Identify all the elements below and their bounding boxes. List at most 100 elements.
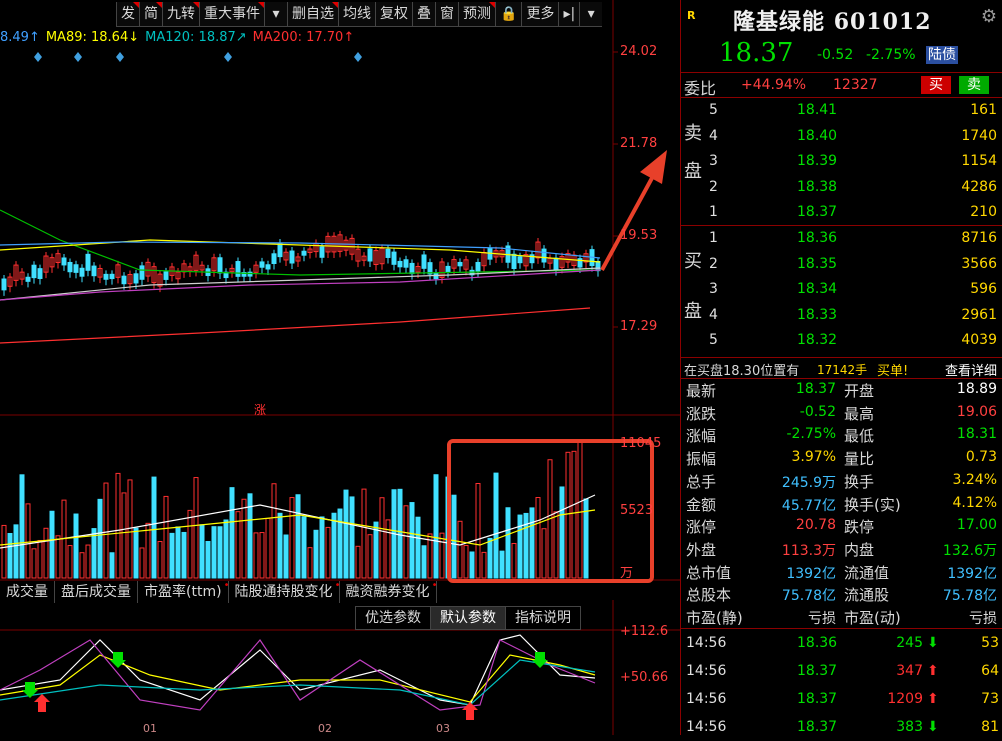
param-tab[interactable]: 默认参数 (430, 606, 506, 630)
bid-row[interactable]: 1 18.36 8716 (681, 226, 1002, 252)
ask-price: 18.40 (797, 127, 838, 144)
bid-vol: 8716 (961, 230, 997, 246)
volume-bar (169, 532, 175, 579)
indicator-tab[interactable]: 市盈率(ttm) • (138, 581, 230, 603)
volume-bar (139, 547, 145, 579)
param-tab[interactable]: 优选参数 (355, 606, 431, 630)
arrow-up-icon (34, 694, 50, 712)
indicator-line (0, 654, 596, 703)
bid-row[interactable]: 4 18.33 2961 (681, 303, 1002, 329)
big-order-tail: 买单! (877, 364, 909, 379)
ask-row[interactable]: 1 18.37 210 (681, 200, 1002, 226)
indicator-tab[interactable]: 陆股通持股变化 • (229, 581, 341, 603)
volume-bar (97, 498, 103, 579)
volume-bar (43, 527, 49, 579)
stats-v1: 3.97% (791, 449, 836, 466)
volume-bar (415, 516, 421, 579)
ask-row[interactable]: 3 18.39 1154 (681, 149, 1002, 175)
candle-body (259, 261, 265, 268)
ask-level: 3 (709, 153, 718, 169)
candle-body (265, 264, 271, 270)
volume-bar (403, 505, 409, 579)
bid-row[interactable]: 3 18.34 596 (681, 277, 1002, 303)
volume-bar (109, 552, 115, 579)
ask-vol: 161 (970, 102, 997, 118)
price-change: -0.52 (817, 47, 854, 63)
volume-bar (385, 519, 391, 579)
bid-price: 18.35 (797, 255, 838, 272)
event-marker (116, 52, 124, 62)
volume-bar (349, 496, 355, 579)
bid-row[interactable]: 5 18.32 4039 (681, 328, 1002, 354)
bid-price: 18.33 (797, 306, 838, 323)
candle-body (511, 253, 517, 269)
rise-marker: 涨 (254, 403, 267, 417)
volume-bar (319, 516, 325, 579)
volume-bar (433, 474, 439, 579)
candle-body (247, 271, 253, 277)
volume-bar (559, 486, 565, 579)
candle-body (67, 261, 73, 273)
stats-row: 振幅 3.97% 量比 0.73 (681, 446, 1002, 469)
tick-vol: 245 (896, 635, 923, 651)
candle-body (421, 254, 427, 269)
volume-bar (451, 494, 457, 579)
ask-price: 18.39 (797, 153, 838, 169)
tick-list: 14:56 18.36 245 53 ⬇ 14:56 18.37 347 64 ⬆ 14:56 18.… (681, 628, 1002, 736)
arrow-down-icon (110, 652, 126, 668)
volume-bar (421, 545, 427, 579)
price-axis-label: 24.02 (620, 44, 658, 59)
stats-v1: 245.9万 (781, 474, 836, 491)
stats-v2: 4.12% (952, 494, 997, 511)
stats-v1: 45.77亿 (781, 497, 836, 514)
bid-row[interactable]: 2 18.35 3566 (681, 252, 1002, 278)
candle-body (79, 267, 85, 277)
volume-bar (49, 510, 55, 579)
gear-icon[interactable]: ⚙ (981, 6, 997, 27)
buy-button[interactable]: 买 (921, 76, 951, 94)
order-ratio-diff: 12327 (833, 77, 878, 93)
volume-bar (463, 544, 469, 579)
param-tab[interactable]: 指标说明 (505, 606, 581, 630)
bid-vol: 3566 (961, 255, 997, 272)
volume-bar (505, 507, 511, 579)
stats-row: 总市值 1392亿 流通值 1392亿 (681, 560, 1002, 583)
indicator-tab[interactable]: 融资融券变化 • (340, 581, 438, 603)
ask-row[interactable]: 4 18.40 1740 (681, 124, 1002, 150)
sell-button[interactable]: 卖 (959, 76, 989, 94)
ask-row[interactable]: 5 18.41 161 (681, 98, 1002, 124)
indicator-tab[interactable]: 成交量 (0, 581, 55, 603)
volume-bar (85, 544, 91, 579)
volume-bar (571, 450, 577, 579)
volume-bar (511, 542, 517, 579)
volume-bar (361, 488, 367, 579)
candle-body (301, 250, 307, 256)
price-axis-label: 19.53 (620, 228, 658, 243)
tick-vol: 347 (896, 663, 923, 679)
kline-panel[interactable]: 发简九转 重大事件 ▾ 删自选 均线 复权叠窗预测 🔒 更多 ▸| ▾ 8.49↑ MA89: 18… (0, 0, 680, 735)
indicator-tab[interactable]: 盘后成交量 (55, 581, 138, 603)
volume-bar (493, 472, 499, 579)
ask-price: 18.41 (797, 102, 838, 118)
stats-row: 涨幅 -2.75% 最低 18.31 (681, 423, 1002, 446)
tick-row: 14:56 18.37 383 81 ⬇ (681, 713, 1002, 741)
volume-bar (577, 441, 583, 579)
view-detail-link[interactable]: 查看详细 (945, 360, 997, 379)
candle-body (121, 275, 127, 285)
stats-v2: 17.00 (956, 517, 997, 534)
volume-bar (217, 526, 223, 579)
indicator-line (0, 634, 596, 706)
stats-row: 总手 245.9万 换手 3.24% (681, 469, 1002, 492)
volume-bar (157, 541, 163, 579)
candle-body (475, 261, 481, 272)
stock-connect-tag[interactable]: 陆债 (926, 46, 958, 64)
candle-body (85, 253, 91, 271)
bid-book: 买 盘 1 18.36 8716 2 18.35 3566 3 18.34 596 4 18.33 2… (681, 225, 1002, 356)
tick-time: 14:56 (686, 691, 727, 707)
ask-row[interactable]: 2 18.38 4286 (681, 175, 1002, 201)
volume-bar (487, 537, 493, 579)
price-change-pct: -2.75% (866, 47, 916, 63)
order-ratio: 委比 +44.94% 12327 买 卖 (681, 72, 1002, 98)
tick-row: 14:56 18.37 1209 73 ⬆ (681, 685, 1002, 713)
tick-time: 14:56 (686, 663, 727, 679)
